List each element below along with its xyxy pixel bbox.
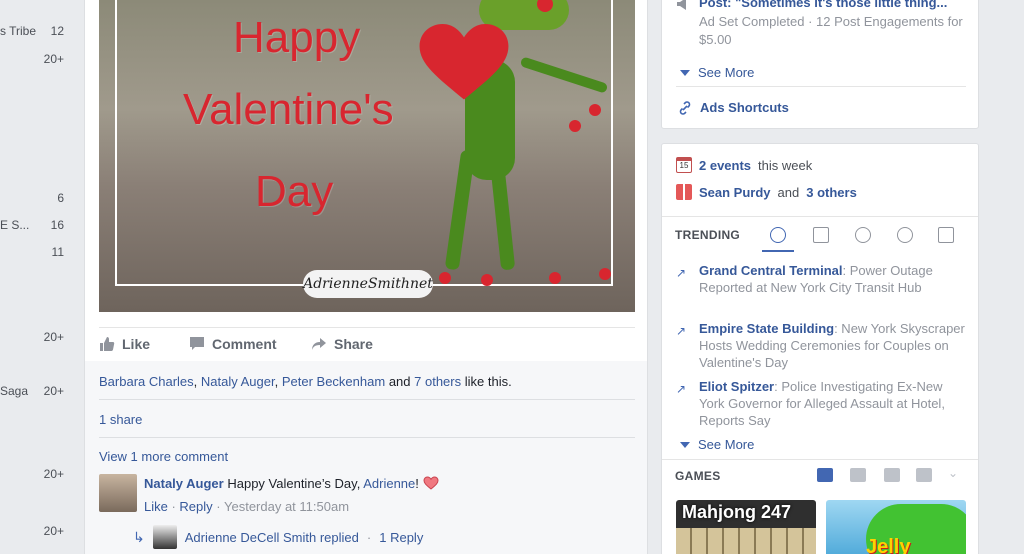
trending-title: TRENDING (675, 228, 741, 242)
megaphone-icon (677, 0, 686, 10)
trending-arrow-icon: ↗ (676, 382, 687, 396)
image-text-valentines: Valentine's (183, 85, 394, 134)
ads-shortcuts-link[interactable]: Ads Shortcuts (678, 100, 789, 115)
frog-toe (569, 120, 581, 132)
events-row[interactable]: 15 2 events this week (676, 157, 812, 173)
chevron-down-icon (680, 69, 690, 76)
left-sidebar: s Tribe 12 20+ 6 E S... 16 11 20+ Saga 20+ … (0, 0, 84, 554)
divider (99, 437, 635, 438)
left-item[interactable]: Saga 20+ (0, 384, 70, 402)
left-item[interactable]: 20+ (0, 524, 70, 542)
image-frame (115, 0, 613, 286)
share-icon (312, 338, 326, 350)
avatar (152, 525, 177, 549)
trending-arrow-icon: ↗ (676, 266, 687, 280)
mention-link[interactable]: Adrienne (363, 476, 415, 491)
shares-link[interactable]: 1 share (99, 412, 142, 427)
view-more-comments-link[interactable]: View 1 more comment (99, 449, 228, 464)
image-text-day: Day (255, 167, 334, 216)
likes-others-link[interactable]: 7 others (414, 374, 461, 389)
divider (676, 86, 966, 87)
likes-summary: Barbara Charles, Nataly Auger, Peter Bec… (99, 374, 512, 389)
reply-summary[interactable]: ↳ Adrienne DeCell Smith replied · 1 Repl… (133, 525, 423, 549)
games-title: GAMES (675, 469, 721, 483)
chevron-down-icon[interactable]: ⌄ (948, 466, 958, 480)
left-item[interactable]: s Tribe 12 (0, 24, 70, 42)
frog-toe (599, 268, 611, 280)
game-tile[interactable]: Jelly (826, 500, 966, 554)
frog-toe (589, 104, 601, 116)
share-button[interactable]: Share (311, 336, 373, 352)
left-item[interactable]: 11 (0, 245, 70, 263)
chart-icon[interactable] (916, 468, 932, 482)
trending-item[interactable]: ↗ Empire State Building: New York Skyscr… (676, 320, 966, 372)
game-title: Jelly (866, 536, 911, 554)
birthdays-row[interactable]: Sean Purdy and 3 others (676, 184, 857, 200)
comment-icon (190, 337, 204, 350)
trending-item[interactable]: ↗ Grand Central Terminal: Power Outage R… (676, 262, 966, 314)
science-icon[interactable] (855, 227, 871, 243)
ads-card: Post: "Sometimes it's those little thing… (661, 0, 979, 129)
ad-post-link[interactable]: Post: "Sometimes it's those little thing… (699, 0, 947, 10)
heart-icon (419, 24, 509, 100)
gift-icon (676, 184, 692, 200)
trending-see-more-button[interactable]: See More (680, 437, 754, 452)
game-art (676, 528, 816, 554)
comment-reply-link[interactable]: Reply (179, 499, 212, 514)
frog-toe (439, 272, 451, 284)
post-image[interactable]: Happy Valentine's Day AdrienneSmithnet (99, 0, 635, 312)
left-item[interactable]: 6 (0, 191, 70, 209)
link-icon (679, 100, 691, 115)
entertainment-icon[interactable] (938, 227, 954, 243)
reply-count-link[interactable]: 1 Reply (379, 530, 423, 545)
sports-icon[interactable] (897, 227, 913, 243)
comment: Nataly Auger Happy Valentine’s Day, Adri… (99, 474, 635, 524)
post-feedback: Barbara Charles, Nataly Auger, Peter Bec… (85, 361, 647, 554)
ad-meta: Ad Set Completed · 12 Post Engagements f… (699, 14, 963, 47)
comment-meta: Like · Reply · Yesterday at 11:50am (144, 499, 350, 514)
liker-link[interactable]: Peter Beckenham (282, 374, 385, 389)
image-text-happy: Happy (233, 13, 361, 62)
divider (99, 399, 635, 400)
trending-item[interactable]: ↗ Eliot Spitzer: Police Investigating Ex… (676, 378, 966, 430)
heart-emoji-icon (423, 476, 439, 490)
thumbs-up-icon[interactable] (817, 468, 833, 482)
comment-timestamp[interactable]: Yesterday at 11:50am (224, 499, 349, 514)
like-button[interactable]: Like (99, 336, 150, 352)
see-more-button[interactable]: See More (680, 65, 754, 80)
liker-link[interactable]: Barbara Charles (99, 374, 194, 389)
politics-icon[interactable] (813, 227, 829, 243)
calendar-icon: 15 (676, 157, 692, 173)
divider (662, 459, 978, 460)
reply-arrow-icon: ↳ (133, 528, 145, 545)
right-column: Post: "Sometimes it's those little thing… (661, 0, 979, 554)
comment-button[interactable]: Comment (189, 336, 277, 352)
post-actions: Like Comment Share (99, 327, 635, 361)
friends-icon[interactable] (850, 468, 866, 482)
events-trending-card: 15 2 events this week Sean Purdy and 3 o… (661, 143, 979, 554)
active-tab-indicator (762, 250, 794, 252)
frog-toe (481, 274, 493, 286)
comment-like-link[interactable]: Like (144, 499, 168, 514)
game-tile[interactable]: Mahjong 247 (676, 500, 816, 554)
comment-body: Nataly Auger Happy Valentine’s Day, Adri… (144, 476, 439, 491)
game-title: Mahjong 247 (682, 502, 792, 522)
trending-header: TRENDING (662, 216, 978, 252)
trophy-icon[interactable] (884, 468, 900, 482)
trending-arrow-icon: ↗ (676, 324, 687, 338)
left-item[interactable]: 20+ (0, 467, 70, 485)
left-item[interactable]: 20+ (0, 330, 70, 348)
feed-post: Happy Valentine's Day AdrienneSmithnet L… (84, 0, 648, 554)
chevron-down-icon (680, 441, 690, 448)
left-item[interactable]: E S... 16 (0, 218, 70, 236)
frog-toe (549, 272, 561, 284)
liker-link[interactable]: Nataly Auger (201, 374, 275, 389)
left-item[interactable]: 20+ (0, 52, 70, 70)
thumbs-up-icon (100, 337, 115, 351)
avatar[interactable] (99, 474, 137, 512)
image-watermark: AdrienneSmithnet (303, 270, 433, 298)
trending-top-icon[interactable] (770, 227, 786, 243)
comment-author-link[interactable]: Nataly Auger (144, 476, 224, 491)
